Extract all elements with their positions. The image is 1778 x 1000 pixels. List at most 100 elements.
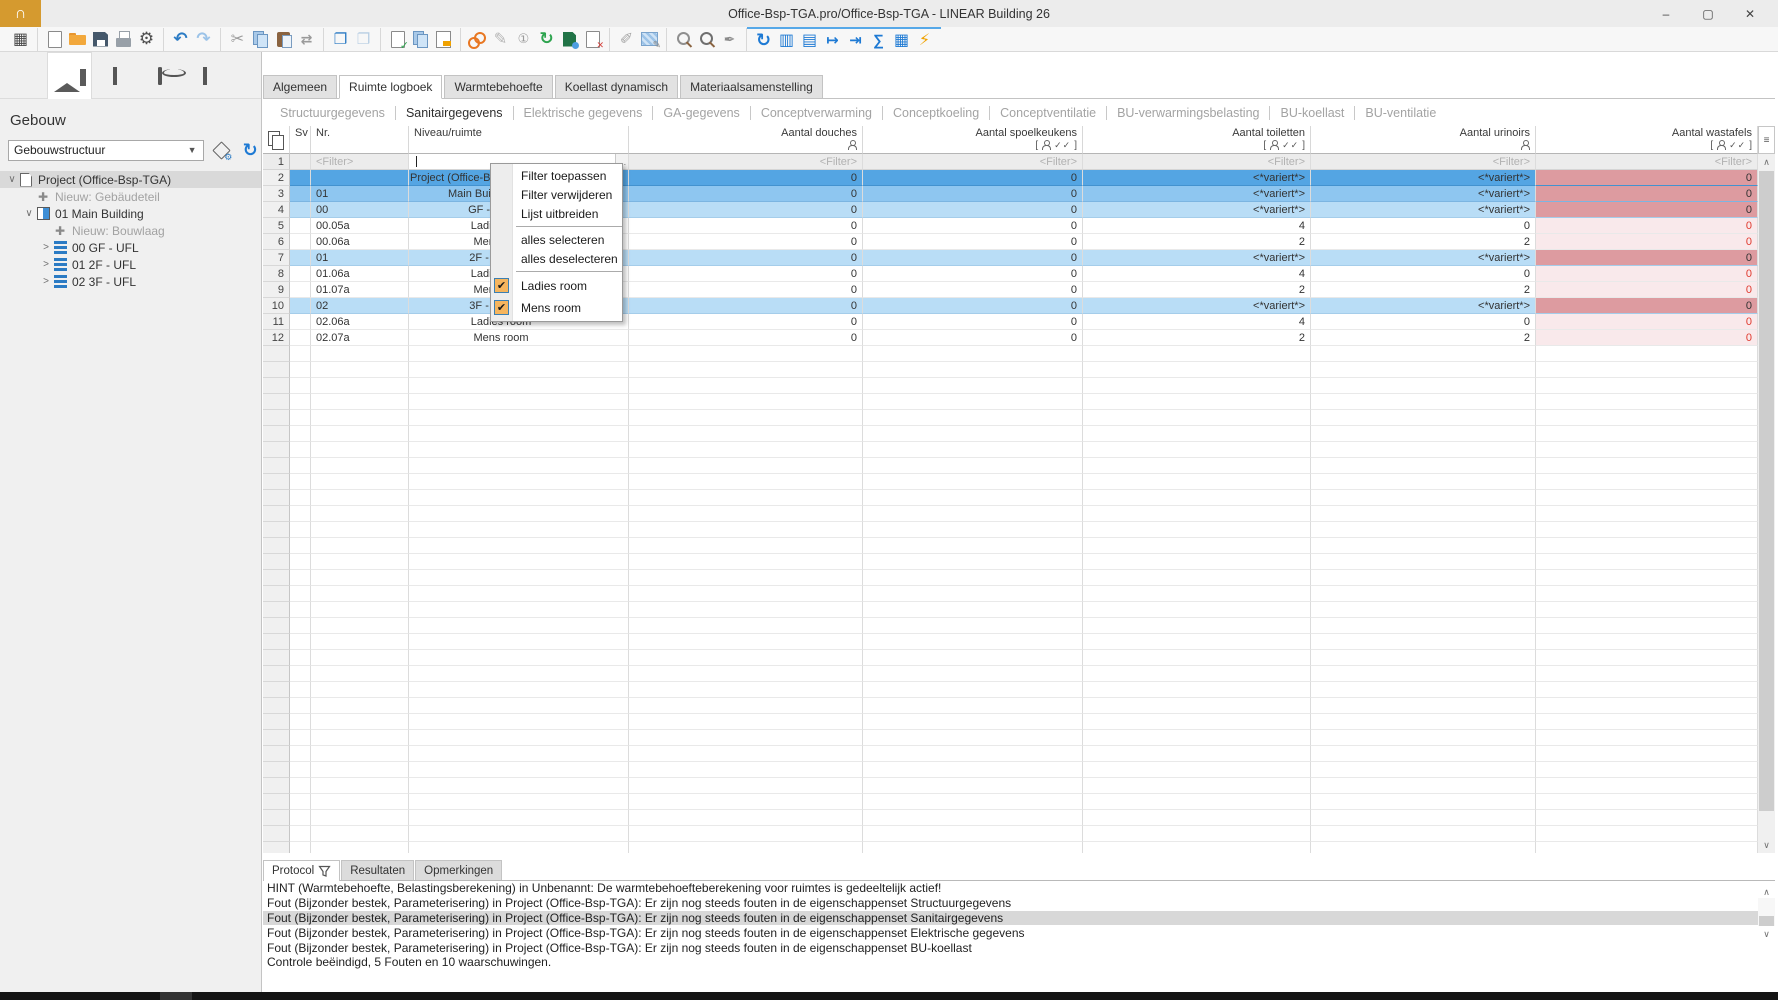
log-line[interactable]: Controle beëindigd, 5 Fouten en 10 waars… xyxy=(263,955,1775,970)
empty-cell[interactable] xyxy=(1536,826,1758,842)
scroll-down-button[interactable]: ∨ xyxy=(1758,926,1775,942)
empty-cell[interactable] xyxy=(629,394,863,410)
empty-cell[interactable] xyxy=(311,810,409,826)
cell-nr[interactable]: 00.05a xyxy=(311,218,409,234)
column-options-button[interactable]: ≡ xyxy=(1758,126,1775,154)
empty-cell[interactable] xyxy=(629,682,863,698)
empty-cell[interactable] xyxy=(629,650,863,666)
cell-toiletten[interactable]: 2 xyxy=(1083,282,1311,298)
save-icon[interactable] xyxy=(89,28,112,50)
empty-cell[interactable] xyxy=(629,362,863,378)
empty-cell[interactable] xyxy=(290,682,311,698)
empty-cell[interactable] xyxy=(409,378,629,394)
empty-cell[interactable] xyxy=(1311,746,1536,762)
sidebar-nav-report[interactable] xyxy=(182,52,227,99)
empty-cell[interactable] xyxy=(863,362,1083,378)
cell-douches[interactable]: 0 xyxy=(629,298,863,314)
empty-cell[interactable] xyxy=(311,650,409,666)
empty-cell[interactable] xyxy=(1083,618,1311,634)
tag-settings-icon[interactable] xyxy=(211,139,233,161)
empty-cell[interactable] xyxy=(1536,794,1758,810)
column-header-sv[interactable]: Sv xyxy=(290,126,311,154)
subtab-bu-verwarmingsbelasting[interactable]: BU-verwarmingsbelasting xyxy=(1107,106,1269,120)
empty-cell[interactable] xyxy=(1083,794,1311,810)
protocol-tab-resultaten[interactable]: Resultaten xyxy=(341,860,414,880)
empty-cell[interactable] xyxy=(1311,682,1536,698)
sum-icon[interactable]: ∑ xyxy=(867,29,890,51)
empty-cell[interactable] xyxy=(629,730,863,746)
log-line[interactable]: Fout (Bijzonder bestek, Parameterisering… xyxy=(263,896,1775,911)
empty-cell[interactable] xyxy=(629,698,863,714)
empty-cell[interactable] xyxy=(863,794,1083,810)
empty-cell[interactable] xyxy=(1311,442,1536,458)
column-header-nr-[interactable]: Nr. xyxy=(311,126,409,154)
menu-item-mens-room[interactable]: ✔Mens room xyxy=(491,297,622,319)
empty-cell[interactable] xyxy=(409,666,629,682)
empty-cell[interactable] xyxy=(311,522,409,538)
menu-item-alles-deselecteren[interactable]: alles deselecteren xyxy=(491,249,622,268)
undo-icon[interactable]: ↶ xyxy=(169,28,192,50)
cell-wastafels[interactable]: 0 xyxy=(1536,250,1758,266)
cell-douches[interactable]: 0 xyxy=(629,234,863,250)
check-all-documents-icon[interactable] xyxy=(409,28,432,50)
empty-cell[interactable] xyxy=(311,346,409,362)
cell-douches[interactable]: 0 xyxy=(629,330,863,346)
subtab-bu-koellast[interactable]: BU-koellast xyxy=(1270,106,1354,120)
empty-cell[interactable] xyxy=(311,618,409,634)
cell-nr[interactable]: 00 xyxy=(311,202,409,218)
empty-cell[interactable] xyxy=(290,714,311,730)
cell-spoelkeukens[interactable]: 0 xyxy=(863,266,1083,282)
empty-cell[interactable] xyxy=(311,842,409,853)
table-row[interactable]: 801.06aLadies room00400 xyxy=(263,266,1758,282)
column-header-aantal-spoelkeukens[interactable]: Aantal spoelkeukens[✓✓] xyxy=(863,126,1083,154)
cell-toiletten[interactable]: 2 xyxy=(1083,234,1311,250)
empty-cell[interactable] xyxy=(629,794,863,810)
maximize-button[interactable]: ▢ xyxy=(1694,7,1722,21)
cell-sv[interactable] xyxy=(290,298,311,314)
tree-item[interactable]: >00 GF - UFL xyxy=(0,239,261,256)
paste-icon[interactable] xyxy=(272,28,295,50)
close-button[interactable]: ✕ xyxy=(1736,7,1764,21)
empty-cell[interactable] xyxy=(1536,378,1758,394)
settings-gear-icon[interactable]: ⚙ xyxy=(135,28,158,50)
empty-cell[interactable] xyxy=(863,666,1083,682)
empty-cell[interactable] xyxy=(1083,746,1311,762)
empty-cell[interactable] xyxy=(409,794,629,810)
print-icon[interactable] xyxy=(112,28,135,50)
empty-cell[interactable] xyxy=(629,442,863,458)
empty-cell[interactable] xyxy=(1083,570,1311,586)
cell-toiletten[interactable]: 4 xyxy=(1083,266,1311,282)
empty-cell[interactable] xyxy=(1311,490,1536,506)
empty-cell[interactable] xyxy=(1311,346,1536,362)
empty-cell[interactable] xyxy=(1083,410,1311,426)
empty-cell[interactable] xyxy=(629,666,863,682)
empty-cell[interactable] xyxy=(409,570,629,586)
chevron-right-icon[interactable]: > xyxy=(40,242,52,253)
filter-cell-toiletten[interactable]: <Filter> xyxy=(1083,154,1311,170)
empty-cell[interactable] xyxy=(290,842,311,853)
empty-cell[interactable] xyxy=(311,426,409,442)
empty-cell[interactable] xyxy=(290,762,311,778)
menu-item-alles-selecteren[interactable]: alles selecteren xyxy=(491,230,622,249)
chevron-down-icon[interactable]: ∨ xyxy=(6,174,18,185)
empty-cell[interactable] xyxy=(1536,762,1758,778)
structure-select[interactable]: Gebouwstructuur ▼ xyxy=(8,140,204,161)
empty-cell[interactable] xyxy=(1083,826,1311,842)
cell-urinoirs[interactable]: <*variert*> xyxy=(1311,186,1536,202)
tree-item[interactable]: ✚Nieuw: Gebäudeteil xyxy=(0,188,261,205)
empty-cell[interactable] xyxy=(290,602,311,618)
empty-cell[interactable] xyxy=(1311,426,1536,442)
empty-cell[interactable] xyxy=(629,746,863,762)
empty-cell[interactable] xyxy=(290,506,311,522)
empty-cell[interactable] xyxy=(1311,666,1536,682)
empty-cell[interactable] xyxy=(290,826,311,842)
tab-koellast-dynamisch[interactable]: Koellast dynamisch xyxy=(555,75,678,98)
empty-cell[interactable] xyxy=(409,410,629,426)
chevron-right-icon[interactable]: > xyxy=(40,276,52,287)
empty-cell[interactable] xyxy=(409,490,629,506)
subtab-conceptventilatie[interactable]: Conceptventilatie xyxy=(990,106,1106,120)
cell-nr[interactable]: 01.07a xyxy=(311,282,409,298)
empty-cell[interactable] xyxy=(1083,522,1311,538)
empty-cell[interactable] xyxy=(1083,426,1311,442)
empty-cell[interactable] xyxy=(629,490,863,506)
